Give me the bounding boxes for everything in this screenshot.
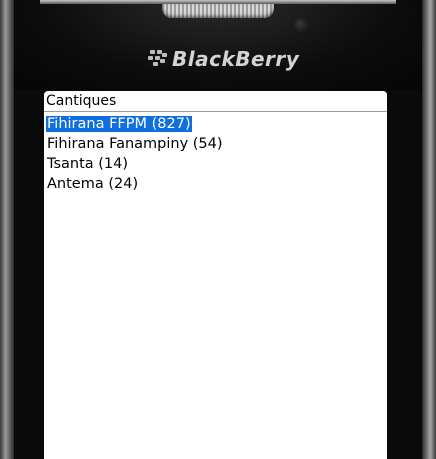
list-item-fihirana-ffpm[interactable]: Fihirana FFPM (827): [44, 114, 387, 134]
left-rim: [0, 0, 14, 459]
screen-title: Cantiques: [44, 91, 387, 112]
list-item-label: Tsanta (14): [47, 156, 129, 172]
earpiece-grille: [162, 4, 274, 18]
list-item-tsanta[interactable]: Tsanta (14): [44, 154, 387, 174]
brand-logo: BlackBerry: [146, 46, 299, 72]
phone-device: BlackBerry Cantiques Fihirana FFPM (827)…: [0, 0, 436, 459]
brand-name: BlackBerry: [172, 47, 300, 71]
list-item-label: Fihirana Fanampiny (54): [47, 136, 223, 152]
camera-icon: [294, 18, 308, 32]
list-item-label: Antema (24): [47, 176, 139, 192]
right-rim: [422, 0, 436, 459]
menu-list: Fihirana FFPM (827) Fihirana Fanampiny (…: [44, 114, 387, 194]
list-item-fihirana-fanampiny[interactable]: Fihirana Fanampiny (54): [44, 134, 387, 154]
app-screen: Cantiques Fihirana FFPM (827) Fihirana F…: [44, 91, 387, 459]
list-item-label: Fihirana FFPM (827): [46, 116, 192, 132]
blackberry-logo-icon: [146, 50, 168, 68]
list-item-antema[interactable]: Antema (24): [44, 174, 387, 194]
